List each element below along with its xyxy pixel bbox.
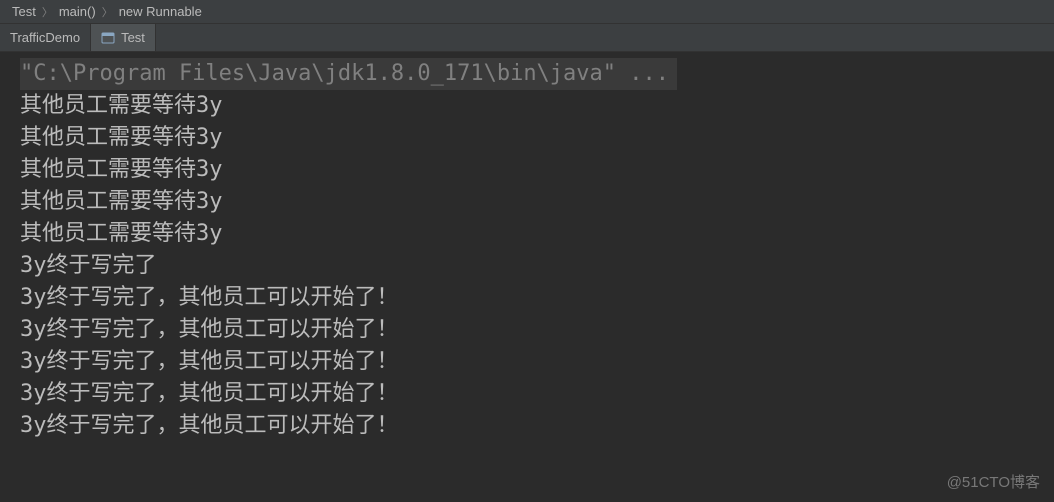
console-line: 其他员工需要等待3y [20, 90, 1050, 122]
console-line: 其他员工需要等待3y [20, 154, 1050, 186]
breadcrumb-item[interactable]: new Runnable [115, 4, 206, 19]
watermark: @51CTO博客 [947, 471, 1040, 492]
breadcrumb-item[interactable]: Test [8, 4, 40, 19]
console-line: 其他员工需要等待3y [20, 218, 1050, 250]
console-line: 3y终于写完了，其他员工可以开始了！ [20, 346, 1050, 378]
tab-label: Test [121, 30, 145, 45]
console-line: 3y终于写完了 [20, 250, 1050, 282]
console-line: 3y终于写完了，其他员工可以开始了！ [20, 282, 1050, 314]
tab-test[interactable]: Test [91, 24, 156, 51]
application-icon [101, 31, 115, 45]
console-command-line: "C:\Program Files\Java\jdk1.8.0_171\bin\… [20, 58, 1050, 90]
console-line: 3y终于写完了，其他员工可以开始了！ [20, 314, 1050, 346]
console-line: 3y终于写完了，其他员工可以开始了！ [20, 378, 1050, 410]
chevron-right-icon: 〉 [100, 4, 115, 20]
console-line: 其他员工需要等待3y [20, 122, 1050, 154]
chevron-right-icon: 〉 [40, 4, 55, 20]
tab-traffic-demo[interactable]: TrafficDemo [0, 24, 91, 51]
console-line: 其他员工需要等待3y [20, 186, 1050, 218]
breadcrumb-item[interactable]: main() [55, 4, 100, 19]
breadcrumb: Test 〉 main() 〉 new Runnable [0, 0, 1054, 24]
console-line: 3y终于写完了，其他员工可以开始了！ [20, 410, 1050, 442]
console-output[interactable]: "C:\Program Files\Java\jdk1.8.0_171\bin\… [0, 52, 1054, 448]
run-tabs: TrafficDemo Test [0, 24, 1054, 52]
tab-label: TrafficDemo [10, 30, 80, 45]
console-command: "C:\Program Files\Java\jdk1.8.0_171\bin\… [20, 58, 677, 90]
